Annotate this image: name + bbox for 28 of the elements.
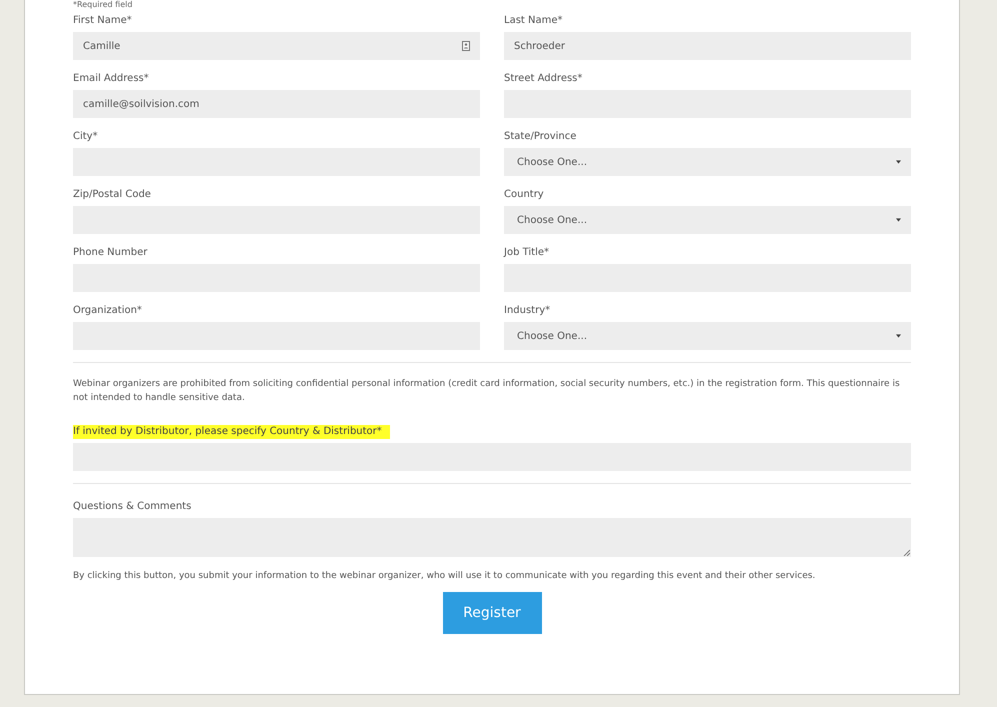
caret-icon [896, 334, 901, 338]
field-label: Organization* [73, 304, 143, 318]
field-label: State/Province [504, 130, 578, 144]
input-field[interactable]: camille@soilvision.com [73, 90, 480, 118]
field-label: Questions & Comments [73, 500, 192, 514]
field-label: Phone Number [73, 246, 148, 260]
field-label: City* [73, 130, 99, 144]
dropdown[interactable]: Choose One... [504, 206, 911, 234]
field-label: If invited by Distributor, please specify Country & Distributor* [73, 425, 390, 439]
field-label: Job Title* [504, 246, 550, 260]
input-field[interactable]: Schroeder [504, 32, 911, 60]
caret-icon [896, 218, 901, 222]
caret-icon [896, 160, 901, 164]
field-label: Industry* [504, 304, 552, 318]
field-label: Street Address* [504, 72, 584, 86]
field-label: Last Name* [504, 14, 564, 28]
field-label: Email Address* [73, 72, 150, 86]
input-field[interactable]: Camille [73, 32, 480, 60]
privacy-notice: Webinar organizers are prohibited from soliciting confidential personal information (credit card information, social security numbers, etc.) in the registration form. This questionnaire is not intended to handle sensitive data. [73, 378, 901, 405]
field-label: First Name* [73, 14, 133, 28]
field-label: Country [504, 188, 545, 202]
consent-text: By clicking this button, you submit your information to the webinar organizer, who will use it to communicate with you regarding this event and their other services. [73, 570, 816, 583]
required-field-note: *Required field [73, 0, 134, 10]
contact-card-icon[interactable] [462, 41, 470, 51]
resize-grip-icon[interactable] [903, 549, 910, 556]
field-label: Zip/Postal Code [73, 188, 152, 202]
dropdown[interactable]: Choose One... [504, 148, 911, 176]
dropdown[interactable]: Choose One... [504, 322, 911, 350]
